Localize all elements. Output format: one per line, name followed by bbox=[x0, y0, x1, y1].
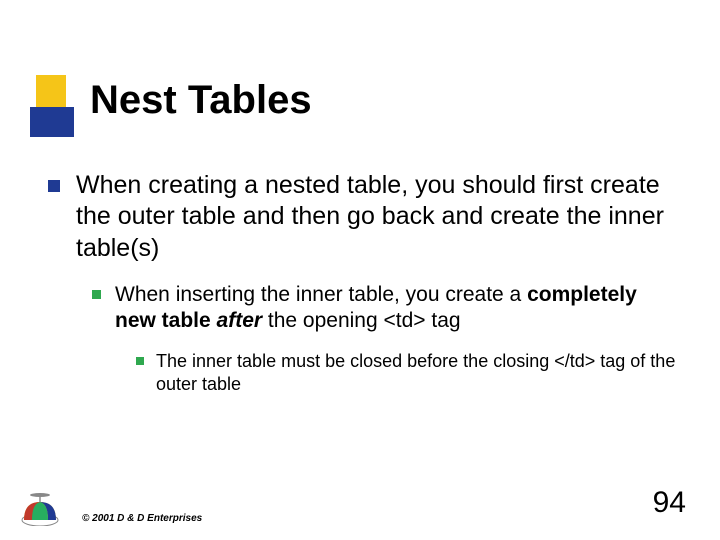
title-decoration bbox=[30, 75, 74, 147]
bullet-level3: The inner table must be closed before th… bbox=[136, 350, 680, 395]
bullet-level2: When inserting the inner table, you crea… bbox=[92, 282, 680, 335]
bullet-level2-text: When inserting the inner table, you crea… bbox=[115, 282, 680, 335]
bullet-level1: When creating a nested table, you should… bbox=[48, 170, 680, 264]
bullet-level2-ital: after bbox=[217, 309, 263, 332]
propeller-hat-icon bbox=[18, 490, 62, 526]
copyright-text: © 2001 D & D Enterprises bbox=[82, 513, 202, 524]
bullet-square-icon bbox=[92, 290, 101, 299]
page-number: 94 bbox=[653, 486, 686, 520]
bullet-square-icon bbox=[136, 357, 144, 365]
bullet-level2-pre: When inserting the inner table, you crea… bbox=[115, 283, 527, 306]
bullet-level2-post: the opening <td> tag bbox=[262, 309, 461, 332]
slide-title: Nest Tables bbox=[90, 78, 312, 123]
bullet-level1-text: When creating a nested table, you should… bbox=[76, 170, 680, 264]
title-accent-blue bbox=[30, 107, 74, 137]
bullet-square-icon bbox=[48, 180, 60, 192]
slide-body: When creating a nested table, you should… bbox=[48, 170, 680, 395]
bullet-level3-text: The inner table must be closed before th… bbox=[156, 350, 680, 395]
